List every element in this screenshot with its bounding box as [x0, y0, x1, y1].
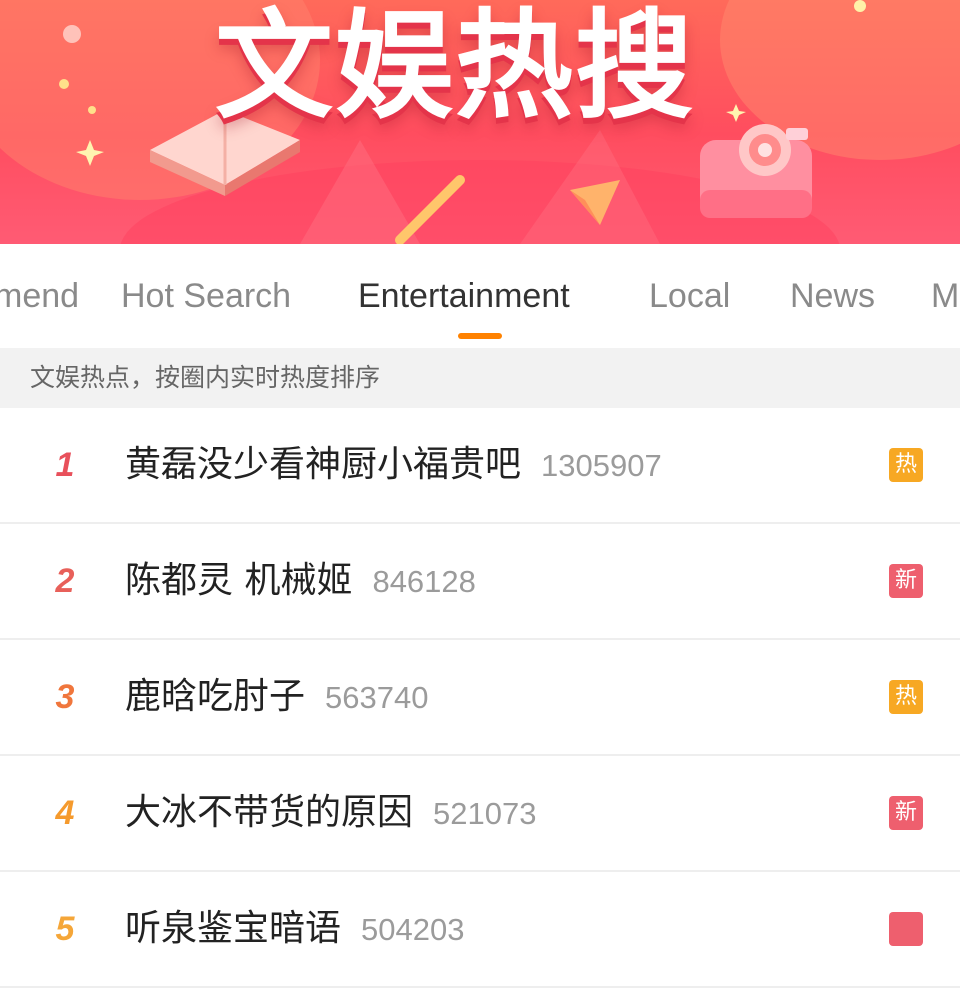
- heat-count: 846128: [372, 564, 476, 599]
- topic-title[interactable]: 陈都灵 机械姬: [125, 557, 352, 605]
- rank-number: 4: [55, 794, 75, 832]
- tab-hot-search[interactable]: Hot Search: [121, 274, 291, 318]
- topic-title[interactable]: 大冰不带货的原因: [125, 789, 413, 837]
- list-item[interactable]: 4 大冰不带货的原因 521073 新: [0, 756, 960, 872]
- heat-count: 1305907: [541, 448, 662, 483]
- hot-search-list: 1 黄磊没少看神厨小福贵吧 1305907 热 2 陈都灵 机械姬 846128…: [0, 408, 960, 988]
- list-item[interactable]: 5 听泉鉴宝暗语 504203: [0, 872, 960, 988]
- topic: 陈都灵 机械姬 846128: [125, 557, 476, 605]
- topic-title[interactable]: 黄磊没少看神厨小福贵吧: [125, 441, 521, 489]
- topic-title[interactable]: 听泉鉴宝暗语: [125, 905, 341, 953]
- new-badge: 新: [889, 564, 923, 598]
- topic-title[interactable]: 鹿晗吃肘子: [125, 673, 305, 721]
- list-item[interactable]: 3 鹿晗吃肘子 563740 热: [0, 640, 960, 756]
- topic: 黄磊没少看神厨小福贵吧 1305907: [125, 441, 662, 489]
- camera-icon: [700, 124, 812, 218]
- topic: 鹿晗吃肘子 563740: [125, 673, 428, 721]
- tab-entertainment[interactable]: Entertainment: [358, 274, 570, 318]
- category-tabs: mend Hot Search Entertainment Local News…: [0, 244, 960, 348]
- hot-badge: 热: [889, 680, 923, 714]
- banner-title: 文娱热搜: [215, 0, 696, 135]
- tab-recommend[interactable]: mend: [0, 274, 79, 318]
- rank-number: 3: [55, 678, 75, 716]
- topic: 大冰不带货的原因 521073: [125, 789, 536, 837]
- heat-count: 563740: [325, 680, 429, 715]
- list-item[interactable]: 2 陈都灵 机械姬 846128 新: [0, 524, 960, 640]
- section-header: 文娱热点，按圈内实时热度排序: [0, 348, 960, 408]
- rank-number: 2: [55, 562, 75, 600]
- new-badge: [889, 912, 923, 946]
- active-tab-indicator: [458, 333, 502, 339]
- tab-more[interactable]: M: [931, 274, 959, 318]
- rank-number: 1: [55, 446, 75, 484]
- rank-number: 5: [55, 910, 75, 948]
- heat-count: 521073: [433, 796, 537, 831]
- section-description: 文娱热点，按圈内实时热度排序: [30, 363, 381, 392]
- new-badge: 新: [889, 796, 923, 830]
- topic: 听泉鉴宝暗语 504203: [125, 905, 464, 953]
- list-item[interactable]: 1 黄磊没少看神厨小福贵吧 1305907 热: [0, 408, 960, 524]
- heat-count: 504203: [361, 912, 465, 947]
- hot-badge: 热: [889, 448, 923, 482]
- tab-news[interactable]: News: [790, 274, 875, 318]
- tab-local[interactable]: Local: [649, 274, 730, 318]
- banner: 文娱热搜: [0, 0, 960, 244]
